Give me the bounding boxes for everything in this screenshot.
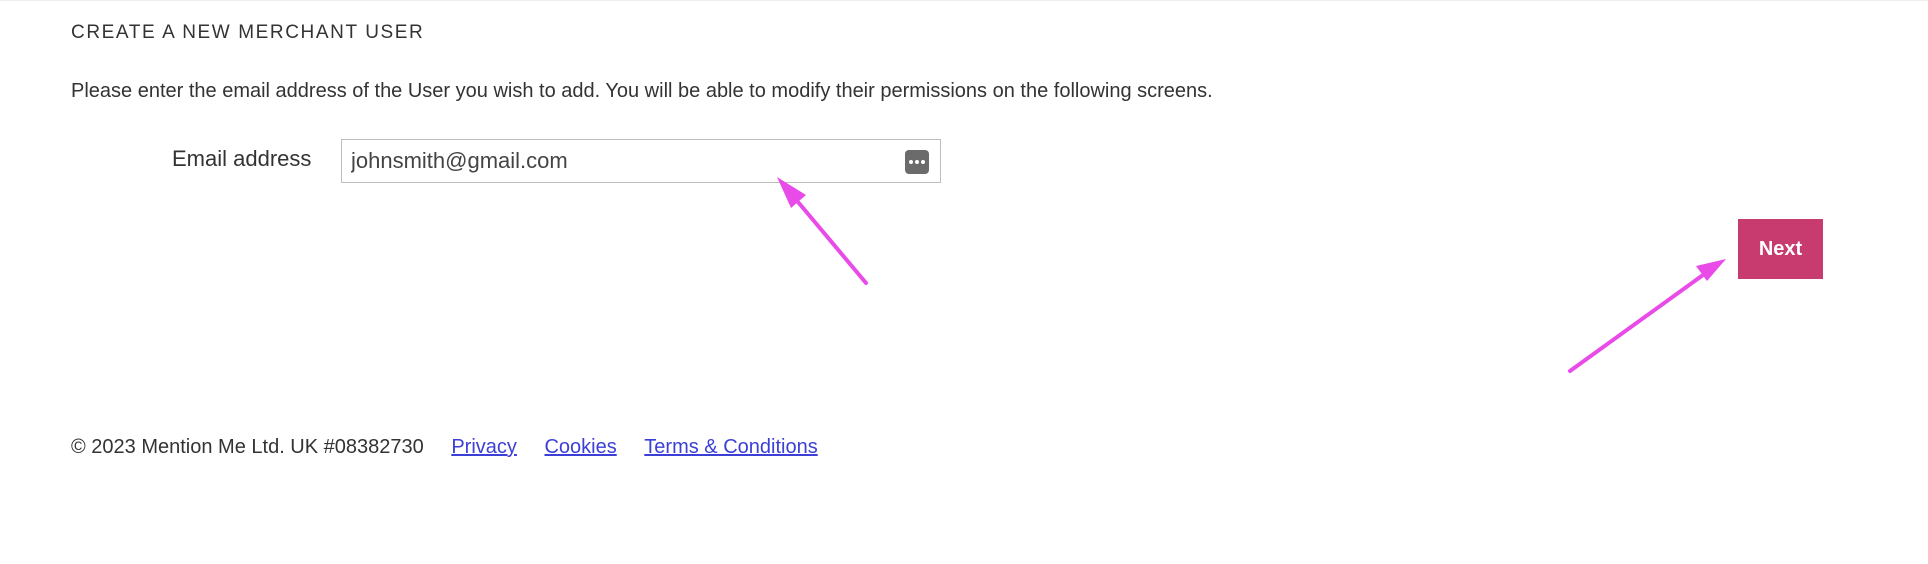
dot-icon	[915, 160, 919, 164]
email-label: Email address	[172, 146, 312, 171]
terms-link[interactable]: Terms & Conditions	[644, 436, 817, 458]
annotation-arrow-next	[1568, 259, 1726, 373]
next-button[interactable]: Next	[1738, 219, 1823, 279]
annotation-arrow-email	[777, 177, 868, 285]
page-title: CREATE A NEW MERCHANT USER	[71, 22, 425, 43]
email-field-wrapper	[341, 139, 941, 183]
top-divider	[0, 0, 1928, 1]
dot-icon	[909, 160, 913, 164]
footer-copyright: © 2023 Mention Me Ltd. UK #08382730	[71, 436, 424, 458]
privacy-link[interactable]: Privacy	[451, 436, 517, 458]
cookies-link[interactable]: Cookies	[544, 436, 616, 458]
password-manager-icon[interactable]	[905, 150, 929, 174]
footer: © 2023 Mention Me Ltd. UK #08382730 Priv…	[71, 436, 818, 459]
email-field[interactable]	[342, 140, 940, 182]
intro-text: Please enter the email address of the Us…	[71, 80, 1213, 102]
dot-icon	[921, 160, 925, 164]
